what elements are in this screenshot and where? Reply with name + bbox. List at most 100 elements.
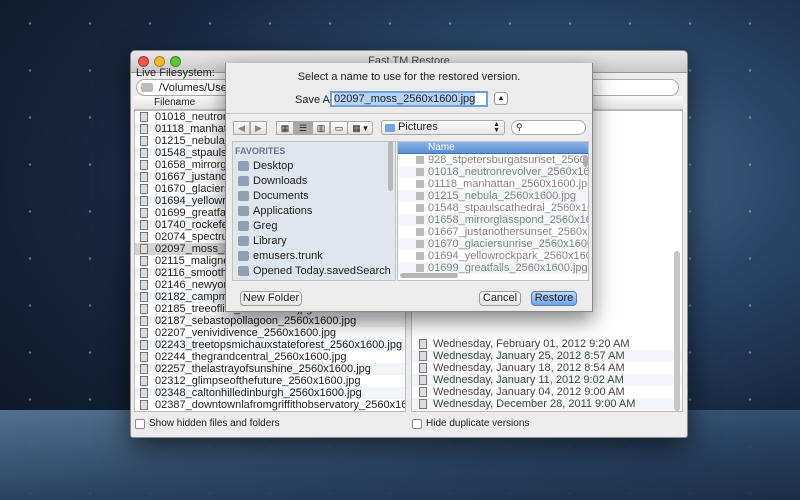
file-row[interactable]: 01658_mirrorglasspond_2560x1600.jpg [398,214,588,226]
forward-button[interactable]: ▶ [250,121,267,135]
list-item[interactable]: 02244_thegrandcentral_2560x1600.jpg [135,351,405,363]
sidebar-item[interactable]: Downloads [233,174,395,189]
coverflow-view-button[interactable]: ▭ [330,121,348,135]
sheet-list-scrollbar[interactable] [583,155,588,167]
file-row-name: 01658_mirrorglasspond_2560x1600.jpg [428,214,588,226]
version-row[interactable]: Wednesday, January 04, 2012 9:00 AM [412,386,682,398]
sidebar-item[interactable]: Documents [233,189,395,204]
sidebar-item-label: Documents [253,190,309,202]
file-icon [419,339,427,349]
file-icon [140,388,148,398]
version-date: Wednesday, December 28, 2011 9:00 AM [433,398,636,410]
file-icon [140,340,148,350]
back-button[interactable]: ◀ [233,121,250,135]
sidebar-scrollbar[interactable] [388,141,393,191]
sidebar-item-label: Opened Yesterday.savedSearch [253,280,396,281]
version-row[interactable]: Wednesday, January 11, 2012 9:02 AM [412,374,682,386]
sheet-divider [226,113,592,114]
file-row[interactable]: 928_stpetersburgatsunset_2560x1600.jpg [398,154,588,166]
sidebar-item[interactable]: Desktop [233,159,395,174]
desktop-icon [238,161,249,171]
sidebar-item[interactable]: Applications [233,204,395,219]
file-row[interactable]: 01118_manhattan_2560x1600.jpg [398,178,588,190]
location-label: Pictures [398,121,438,133]
list-item[interactable]: 02243_treetopsmichauxstateforest_2560x16… [135,339,405,351]
file-icon [419,399,427,409]
file-name: 02243_treetopsmichauxstateforest_2560x16… [155,339,403,351]
new-folder-button[interactable]: New Folder [240,291,302,306]
list-item[interactable]: 02257_thelastrayofsunshine_2560x1600.jpg [135,363,405,375]
list-item[interactable]: 02187_sebastopollagoon_2560x1600.jpg [135,315,405,327]
sidebar-item-label: Opened Today.savedSearch [253,265,391,277]
sidebar-item-label: Downloads [253,175,308,187]
file-icon [140,196,148,206]
file-row-name: 01118_manhattan_2560x1600.jpg [428,178,589,190]
sidebar-item[interactable]: Opened Yesterday.savedSearch [233,279,396,281]
list-view-button[interactable]: ☰ [294,121,312,135]
version-row[interactable]: Wednesday, February 01, 2012 9:20 AM [412,338,682,350]
expand-toggle-button[interactable]: ▲ [494,92,508,105]
image-file-icon [416,192,424,200]
file-row[interactable]: 01548_stpaulscathedral_2560x1600.jpg [398,202,588,214]
list-item[interactable]: 02405_twilightinthebigapple_2560x1600.jp… [135,411,405,412]
sidebar-item[interactable]: Greg [233,219,395,234]
image-file-icon [416,168,424,176]
sidebar-item[interactable]: emusers.trunk [233,249,395,264]
version-row[interactable]: Wednesday, December 28, 2011 9:00 AM [412,398,682,410]
sheet-file-list[interactable]: Name 928_stpetersburgatsunset_2560x1600.… [397,141,589,281]
sidebar-item-label: Greg [253,220,278,232]
location-popup[interactable]: Pictures ▲ ▼ [381,120,505,135]
list-item[interactable]: 02312_glimpseofthefuture_2560x1600.jpg [135,375,405,387]
column-view-button[interactable]: ▥ [312,121,330,135]
file-icon [140,304,148,314]
image-file-icon [416,204,424,212]
file-row-name: 01667_justanothersunset_2560x1600.jpg [428,226,588,238]
show-hidden-checkbox[interactable] [135,418,145,429]
file-icon [419,351,427,361]
version-row[interactable]: Wednesday, January 18, 2012 8:54 AM [412,362,682,374]
file-row[interactable]: 01670_glaciersunrise_2560x1600.jpg [398,238,588,250]
image-file-icon [416,156,424,164]
list-item[interactable]: 02348_caltonhilledinburgh_2560x1600.jpg [135,387,405,399]
restore-button[interactable]: Restore [531,291,577,306]
favorites-heading: FAVORITES [235,146,286,156]
file-row[interactable]: 01215_nebula_2560x1600.jpg [398,190,588,202]
file-row[interactable]: 01667_justanothersunset_2560x1600.jpg [398,226,588,238]
version-date: Wednesday, February 01, 2012 9:20 AM [433,338,630,350]
sidebar-item-label: emusers.trunk [253,250,323,262]
version-date: Wednesday, January 04, 2012 9:00 AM [433,386,625,398]
file-icon [140,172,148,182]
live-filesystem-label: Live Filesystem: [136,67,215,79]
file-row[interactable]: 01694_yellowrockpark_2560x1600.jpg [398,250,588,262]
file-icon [140,148,148,158]
file-row[interactable]: 01018_neutronrevolver_2560x1600.jpg [398,166,588,178]
version-date: Wednesday, December 21, 2011 9:00 AM [433,410,635,411]
hide-duplicates-checkbox[interactable] [412,418,422,429]
version-row[interactable]: Wednesday, December 21, 2011 9:00 AM [412,410,682,411]
icon-view-button[interactable]: ▦ [276,121,294,135]
save-as-field[interactable]: 02097_moss_2560x1600.jpg [330,91,488,107]
show-hidden-label: Show hidden files and folders [149,418,280,429]
list-item[interactable]: 02207_venividivence_2560x1600.jpg [135,327,405,339]
version-list-scrollbar[interactable] [674,251,680,411]
show-hidden-option[interactable]: Show hidden files and folders [135,418,280,429]
file-icon [140,112,148,122]
search-icon: ⚲ [516,122,523,132]
sidebar-item[interactable]: Opened Today.savedSearch [233,264,395,279]
list-item[interactable]: 02387_downtownlafromgriffithobservatory_… [135,399,405,411]
cancel-button[interactable]: Cancel [479,291,521,306]
sidebar-item[interactable]: Library [233,234,395,249]
file-icon [140,256,148,266]
name-column-header[interactable]: Name [398,142,588,154]
arrange-button[interactable]: ▦ ▾ [347,121,373,135]
file-name: 02405_twilightinthebigapple_2560x1600.jp… [155,411,369,412]
popup-arrows-icon: ▲ ▼ [493,121,500,134]
hide-duplicates-option[interactable]: Hide duplicate versions [412,418,529,429]
sheet-list-hscrollbar[interactable] [400,273,458,278]
search-field[interactable]: ⚲ [511,120,586,135]
image-file-icon [416,228,424,236]
save-as-text: 02097_moss_2560x1600.jpg [334,93,476,105]
version-row[interactable]: Wednesday, January 25, 2012 8:57 AM [412,350,682,362]
file-icon [140,124,148,134]
file-row-name: 01215_nebula_2560x1600.jpg [428,190,577,202]
